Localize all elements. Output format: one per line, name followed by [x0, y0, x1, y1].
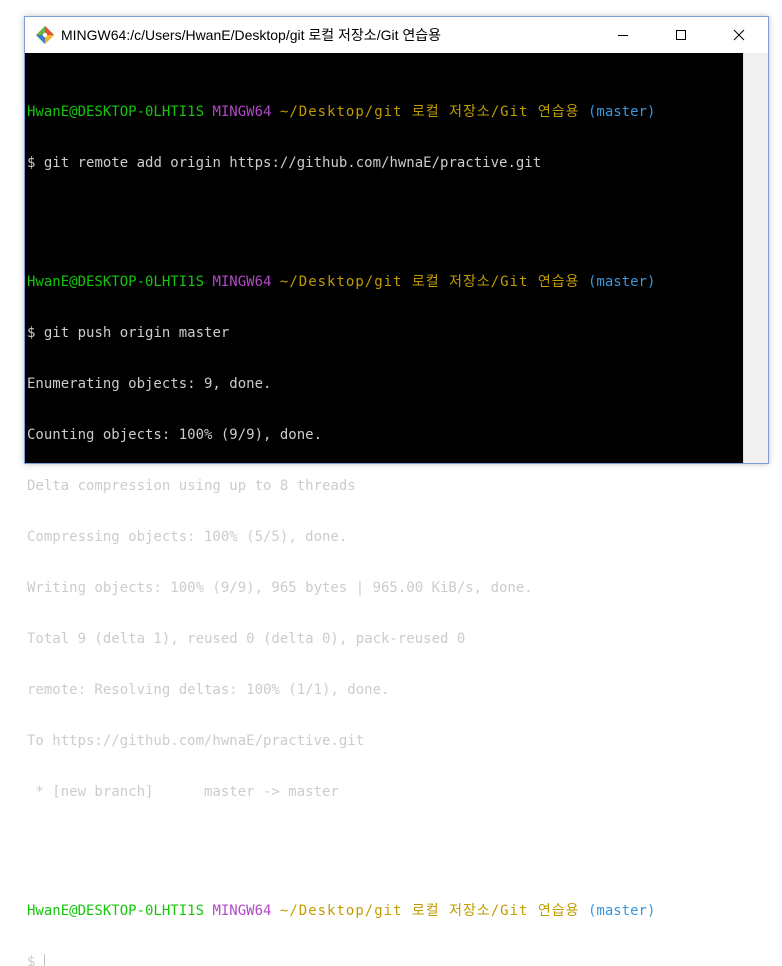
title-bar[interactable]: MINGW64:/c/Users/HwanE/Desktop/git 로컬 저장…	[25, 17, 768, 53]
output-line: remote: Resolving deltas: 100% (1/1), do…	[27, 682, 390, 698]
prompt-path: ~/Desktop/git 로컬 저장소/Git 연습용	[279, 104, 580, 120]
terminal-output[interactable]: HwanE@DESKTOP-0LHTI1S MINGW64 ~/Desktop/…	[25, 53, 743, 966]
maximize-icon	[676, 30, 686, 40]
output-line: Total 9 (delta 1), reused 0 (delta 0), p…	[27, 631, 466, 647]
prompt-symbol: $	[27, 325, 36, 341]
close-icon	[733, 29, 745, 41]
prompt-user: HwanE@DESKTOP-0LHTI1S	[27, 274, 205, 290]
output-line: * [new branch] master -> master	[27, 784, 339, 800]
prompt-branch: (master)	[587, 903, 656, 919]
prompt-line: HwanE@DESKTOP-0LHTI1S MINGW64 ~/Desktop/…	[27, 104, 743, 121]
prompt-env: MINGW64	[212, 903, 272, 919]
vertical-scrollbar[interactable]	[743, 53, 768, 463]
output-line: Delta compression using up to 8 threads	[27, 478, 356, 494]
minimize-button[interactable]	[594, 17, 652, 53]
maximize-button[interactable]	[652, 17, 710, 53]
input-line[interactable]: $	[27, 954, 743, 966]
output-line: To https://github.com/hwnaE/practive.git	[27, 733, 365, 749]
prompt-branch: (master)	[587, 274, 656, 290]
prompt-branch: (master)	[587, 104, 656, 120]
prompt-symbol: $	[27, 155, 36, 171]
prompt-symbol: $	[27, 954, 36, 966]
prompt-user: HwanE@DESKTOP-0LHTI1S	[27, 903, 205, 919]
terminal-window: MINGW64:/c/Users/HwanE/Desktop/git 로컬 저장…	[24, 16, 769, 966]
prompt-env: MINGW64	[212, 104, 272, 120]
command-line: $ git push origin master	[27, 325, 743, 342]
prompt-path: ~/Desktop/git 로컬 저장소/Git 연습용	[279, 903, 580, 919]
minimize-icon	[618, 35, 628, 36]
output-line: Counting objects: 100% (9/9), done.	[27, 427, 323, 443]
output-line: Compressing objects: 100% (5/5), done.	[27, 529, 348, 545]
close-button[interactable]	[710, 17, 768, 53]
command-text: git remote add origin https://github.com…	[43, 155, 542, 171]
window-title: MINGW64:/c/Users/HwanE/Desktop/git 로컬 저장…	[61, 27, 441, 43]
prompt-line: HwanE@DESKTOP-0LHTI1S MINGW64 ~/Desktop/…	[27, 274, 743, 291]
prompt-env: MINGW64	[212, 274, 272, 290]
git-bash-icon	[36, 26, 54, 44]
prompt-path: ~/Desktop/git 로컬 저장소/Git 연습용	[279, 274, 580, 290]
prompt-user: HwanE@DESKTOP-0LHTI1S	[27, 104, 205, 120]
command-line: $ git remote add origin https://github.c…	[27, 155, 743, 172]
output-line: Writing objects: 100% (9/9), 965 bytes |…	[27, 580, 533, 596]
command-text: git push origin master	[43, 325, 230, 341]
prompt-line: HwanE@DESKTOP-0LHTI1S MINGW64 ~/Desktop/…	[27, 903, 743, 920]
output-line: Enumerating objects: 9, done.	[27, 376, 272, 392]
text-cursor	[44, 954, 46, 966]
